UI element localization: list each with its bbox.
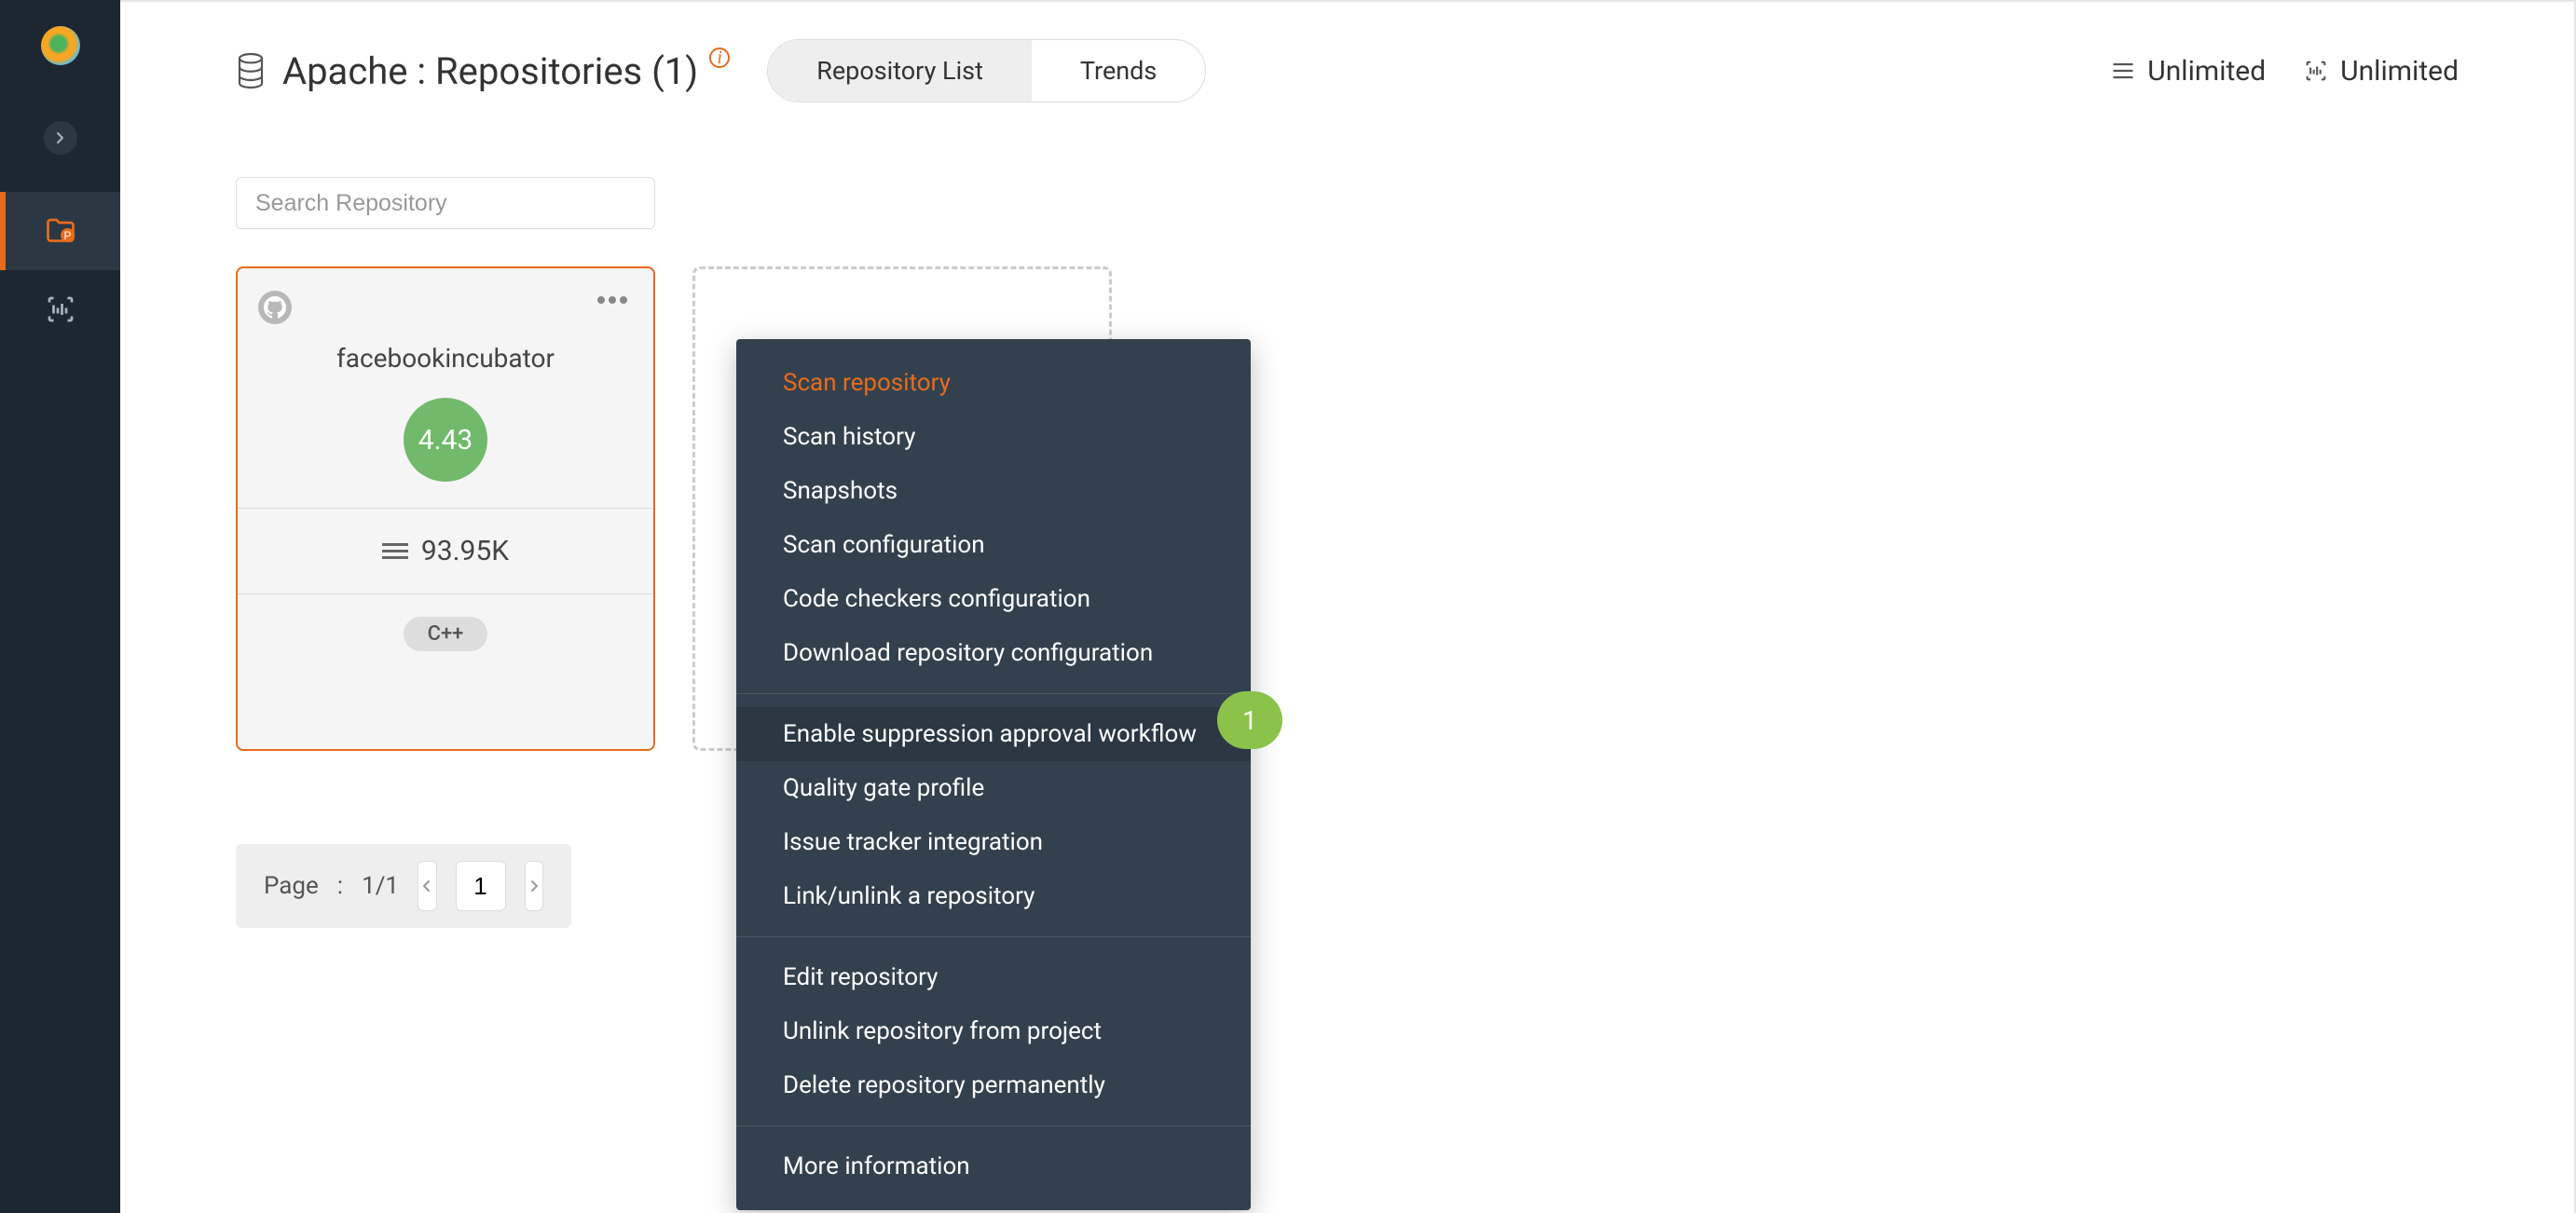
loc-icon — [382, 543, 408, 559]
repository-name: facebookincubator — [256, 343, 635, 374]
menu-divider — [736, 1125, 1251, 1126]
menu-unlink-repository[interactable]: Unlink repository from project — [736, 1004, 1251, 1058]
github-icon — [258, 291, 292, 324]
tab-repository-list[interactable]: Repository List — [768, 40, 1032, 102]
sidebar-item-projects[interactable]: P — [0, 192, 120, 270]
menu-scan-history[interactable]: Scan history — [736, 410, 1251, 464]
scan-limit-value: Unlimited — [2147, 55, 2266, 88]
menu-snapshots[interactable]: Snapshots — [736, 464, 1251, 518]
chevron-left-icon — [419, 879, 434, 893]
loc-limit: Unlimited — [2303, 55, 2459, 88]
page-input[interactable] — [456, 861, 506, 911]
scan-icon — [44, 293, 77, 326]
chevron-right-icon — [53, 130, 68, 145]
sidebar: P — [0, 0, 120, 1213]
repository-card[interactable]: facebookincubator 4.43 93.95K C++ — [236, 266, 655, 751]
database-icon — [236, 52, 266, 89]
menu-enable-suppression[interactable]: Enable suppression approval workflow — [736, 707, 1251, 761]
page-total: 1/1 — [362, 872, 399, 900]
page-prev[interactable] — [418, 861, 436, 911]
menu-divider — [736, 936, 1251, 937]
chevron-right-icon — [527, 879, 541, 893]
scan-limit-icon — [2303, 58, 2329, 84]
pagination: Page : 1/1 — [236, 844, 571, 928]
repository-context-menu: Scan repository Scan history Snapshots S… — [736, 339, 1251, 1210]
sidebar-toggle[interactable] — [44, 121, 77, 155]
info-icon[interactable]: i — [709, 48, 730, 68]
main-content: Apache : Repositories (1) i Repository L… — [120, 0, 2576, 1213]
loc-value: 93.95K — [421, 535, 509, 567]
menu-link-unlink[interactable]: Link/unlink a repository — [736, 869, 1251, 923]
app-logo — [41, 26, 80, 65]
menu-download-config[interactable]: Download repository configuration — [736, 626, 1251, 680]
page-title: Apache : Repositories (1) — [282, 49, 698, 93]
svg-text:P: P — [63, 229, 71, 242]
menu-more-information[interactable]: More information — [736, 1139, 1251, 1193]
folder-icon: P — [44, 214, 77, 248]
lines-icon — [2110, 58, 2136, 84]
page-colon: : — [337, 872, 343, 900]
menu-code-checkers[interactable]: Code checkers configuration — [736, 572, 1251, 626]
rating-badge: 4.43 — [404, 398, 487, 482]
menu-scan-repository[interactable]: Scan repository — [736, 356, 1251, 410]
view-tabs: Repository List Trends — [767, 39, 1206, 102]
card-more-menu[interactable] — [592, 291, 633, 309]
page-header: Apache : Repositories (1) i Repository L… — [120, 2, 2574, 102]
menu-edit-repository[interactable]: Edit repository — [736, 950, 1251, 1004]
menu-issue-tracker[interactable]: Issue tracker integration — [736, 815, 1251, 869]
page-next[interactable] — [525, 861, 543, 911]
menu-delete-repository[interactable]: Delete repository permanently — [736, 1058, 1251, 1112]
step-badge: 1 — [1217, 691, 1282, 749]
sidebar-item-scan[interactable] — [0, 270, 120, 348]
menu-divider — [736, 693, 1251, 694]
loc-row: 93.95K — [238, 508, 653, 593]
search-input[interactable] — [236, 177, 655, 229]
language-badge: C++ — [404, 617, 488, 651]
scan-limit: Unlimited — [2110, 55, 2266, 88]
menu-quality-gate[interactable]: Quality gate profile — [736, 761, 1251, 815]
repository-cards: facebookincubator 4.43 93.95K C++ — [236, 266, 2459, 751]
loc-limit-value: Unlimited — [2340, 55, 2459, 88]
tab-trends[interactable]: Trends — [1032, 40, 1205, 102]
page-label: Page — [264, 872, 319, 900]
menu-scan-configuration[interactable]: Scan configuration — [736, 518, 1251, 572]
